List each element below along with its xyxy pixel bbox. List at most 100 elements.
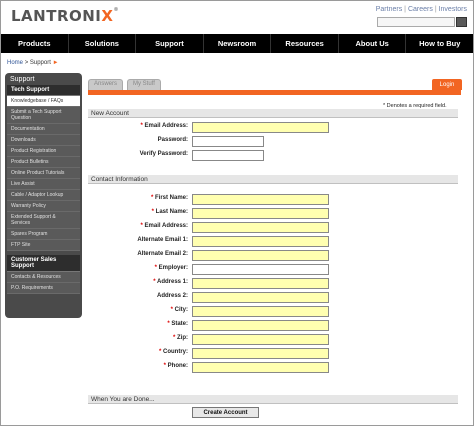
sidebar-item[interactable]: Documentation (7, 124, 80, 135)
email-field[interactable] (192, 122, 329, 133)
lantronix-logo[interactable]: LANTRONIX® (11, 7, 119, 25)
address-2-field[interactable] (192, 292, 329, 303)
nav-products[interactable]: Products (1, 34, 69, 53)
row-email: * Email Address: (89, 122, 459, 133)
country-field[interactable] (192, 348, 329, 359)
row-employer: * Employer: (89, 264, 459, 275)
breadcrumb-arrow-icon: ► (52, 60, 59, 66)
row-alt-email-1: Alternate Email 1: (89, 236, 459, 247)
investors-link[interactable]: Investors (439, 6, 467, 13)
row-city: * City: (89, 306, 459, 317)
label-text: Last Name: (155, 209, 188, 215)
last-name-field[interactable] (192, 208, 329, 219)
sidebar-item[interactable]: Product Registration (7, 146, 80, 157)
row-state: * State: (89, 320, 459, 331)
logo-x: X (101, 7, 114, 25)
nav-support[interactable]: Support (136, 34, 204, 53)
search-go-button[interactable] (456, 17, 467, 27)
nav-solutions[interactable]: Solutions (69, 34, 137, 53)
address-1-field[interactable] (192, 278, 329, 289)
nav-newsroom[interactable]: Newsroom (204, 34, 272, 53)
tab-underline-bar (88, 90, 461, 95)
row-zip: * Zip: (89, 334, 459, 345)
sidebar-item[interactable]: Extended Support & Services (7, 212, 80, 229)
required-star: * (154, 265, 157, 271)
sidebar-item[interactable]: FTP Site (7, 240, 80, 251)
tab-answers[interactable]: Answers (88, 79, 124, 90)
row-contact-email: * Email Address: (89, 222, 459, 233)
sidebar-item[interactable]: Downloads (7, 135, 80, 146)
zip-field[interactable] (192, 334, 329, 345)
contact-email-field[interactable] (192, 222, 329, 233)
verify-password-field[interactable] (192, 150, 264, 161)
site-header: LANTRONIX® Partners | Careers | Investor… (1, 1, 473, 34)
required-star: * (170, 307, 173, 313)
search-input[interactable] (377, 17, 455, 27)
phone-field[interactable] (192, 362, 329, 373)
row-country: * Country: (89, 348, 459, 359)
alt-email-2-field[interactable] (192, 250, 329, 261)
label-verify-password: Verify Password: (139, 151, 188, 157)
required-star: * (140, 123, 143, 129)
label-text: State: (171, 321, 188, 327)
sidebar-item[interactable]: Submit a Tech Support Question (7, 107, 80, 124)
sidebar-item[interactable]: Warranty Policy (7, 201, 80, 212)
label-zip: * Zip: (173, 335, 188, 341)
state-field[interactable] (192, 320, 329, 331)
breadcrumb-sep: > (24, 60, 29, 66)
sidebar-item[interactable]: Online Product Tutorials (7, 168, 80, 179)
label-first-name: * First Name: (151, 195, 188, 201)
sidebar-title: Support (10, 76, 35, 83)
sidebar-item[interactable]: P.O. Requirements (7, 283, 80, 294)
sidebar-item[interactable]: Live Assist (7, 179, 80, 190)
label-text: Address 1: (156, 279, 188, 285)
label-text: Email Address: (144, 123, 188, 129)
partners-link[interactable]: Partners (376, 6, 402, 13)
nav-how-to-buy[interactable]: How to Buy (406, 34, 473, 53)
label-text: First Name: (154, 195, 188, 201)
row-alt-email-2: Alternate Email 2: (89, 250, 459, 261)
employer-field[interactable] (192, 264, 329, 275)
sidebar-head-customer-sales[interactable]: Customer Sales Support (7, 255, 80, 272)
required-star: * (151, 209, 154, 215)
sidebar-head-tech-support[interactable]: Tech Support (7, 85, 80, 96)
logo-text: LANTRONI (11, 7, 102, 25)
first-name-field[interactable] (192, 194, 329, 205)
sidebar-item[interactable]: Knowledgebase / FAQs (7, 96, 80, 107)
row-last-name: * Last Name: (89, 208, 459, 219)
breadcrumb-home[interactable]: Home (7, 60, 23, 66)
required-star: * (172, 335, 176, 341)
tab-login[interactable]: Login (432, 79, 462, 90)
row-verify-password: Verify Password: (89, 150, 459, 161)
label-text: Phone: (167, 363, 188, 369)
label-text: City: (174, 307, 188, 313)
required-star: * (140, 223, 143, 229)
label-email: * Email Address: (141, 123, 188, 129)
separator: | (434, 6, 437, 13)
label-text: Country: (163, 349, 188, 355)
sidebar-item[interactable]: Product Bulletins (7, 157, 80, 168)
sidebar: Support Tech Support Knowledgebase / FAQ… (5, 73, 82, 318)
required-star: * (150, 195, 154, 201)
label-phone: * Phone: (164, 363, 188, 369)
label-password: Password: (157, 137, 188, 143)
sidebar-item[interactable]: Spares Program (7, 229, 80, 240)
create-account-button[interactable]: Create Account (192, 407, 259, 418)
label-alt-email-1: Alternate Email 1: (137, 237, 188, 243)
section-done: When You are Done... (88, 395, 458, 404)
label-city: * City: (171, 307, 188, 313)
city-field[interactable] (192, 306, 329, 317)
sidebar-item[interactable]: Cable / Adaptor Lookup (7, 190, 80, 201)
tab-my-stuff[interactable]: My Stuff (127, 79, 161, 90)
sidebar-item[interactable]: Contacts & Resources (7, 272, 80, 283)
careers-link[interactable]: Careers (408, 6, 433, 13)
nav-resources[interactable]: Resources (271, 34, 339, 53)
nav-about-us[interactable]: About Us (339, 34, 407, 53)
alt-email-1-field[interactable] (192, 236, 329, 247)
logo-trademark: ® (113, 7, 119, 13)
password-field[interactable] (192, 136, 264, 147)
required-star: * (158, 349, 162, 355)
label-text: Employer: (158, 265, 188, 271)
required-star: * (163, 363, 166, 369)
top-links: Partners | Careers | Investors (376, 6, 467, 13)
